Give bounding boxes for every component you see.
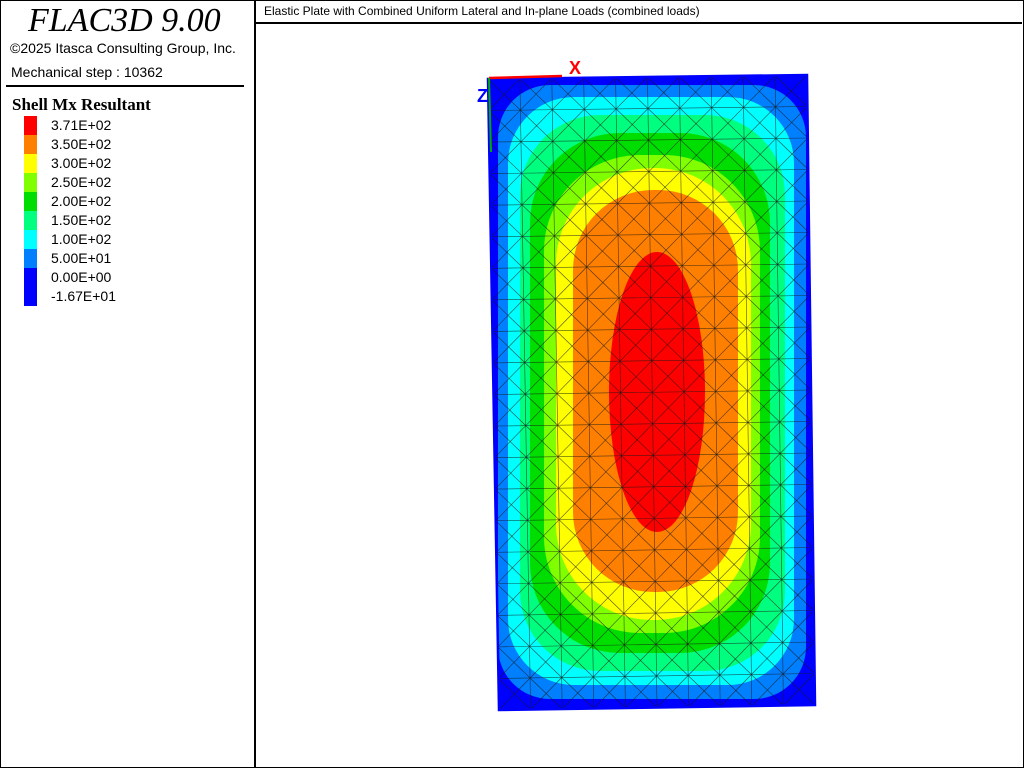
legend-swatch [24, 268, 37, 287]
contour-bands [488, 75, 815, 710]
copyright-text: ©2025 Itasca Consulting Group, Inc. [10, 40, 236, 56]
legend-swatch [24, 192, 37, 211]
legend-item: 5.00E+01 [24, 249, 224, 268]
legend-item: 0.00E+00 [24, 268, 224, 287]
mechanical-step-label: Mechanical step : 10362 [11, 64, 163, 80]
legend-swatch [24, 154, 37, 173]
legend-value: 5.00E+01 [51, 250, 112, 266]
z-axis-label: Z [477, 86, 488, 106]
legend-swatch [24, 135, 37, 154]
legend-value: 2.50E+02 [51, 174, 112, 190]
legend-item: 2.50E+02 [24, 173, 224, 192]
legend-item: 1.50E+02 [24, 211, 224, 230]
legend-item: 2.00E+02 [24, 192, 224, 211]
legend-swatch [24, 249, 37, 268]
legend-divider [6, 85, 244, 87]
legend-title: Shell Mx Resultant [12, 95, 151, 114]
plot-title-bar: Elastic Plate with Combined Uniform Late… [256, 0, 1022, 24]
legend-value: -1.67E+01 [51, 288, 116, 304]
x-axis-label: X [569, 58, 581, 78]
legend-value: 2.00E+02 [51, 193, 112, 209]
legend-value: 1.00E+02 [51, 231, 112, 247]
legend-panel: FLAC3D 9.00 ©2025 Itasca Consulting Grou… [0, 0, 256, 768]
legend-item: 3.50E+02 [24, 135, 224, 154]
legend-item: 1.00E+02 [24, 230, 224, 249]
plot-viewport[interactable]: X Z [258, 26, 1022, 766]
legend-swatch [24, 116, 37, 135]
legend-value: 3.00E+02 [51, 155, 112, 171]
legend-item: -1.67E+01 [24, 287, 224, 306]
legend-value: 0.00E+00 [51, 269, 112, 285]
legend-swatch [24, 230, 37, 249]
legend-value: 3.50E+02 [51, 136, 112, 152]
legend-swatch [24, 173, 37, 192]
app-title: FLAC3D 9.00 [28, 2, 221, 39]
plot-title: Elastic Plate with Combined Uniform Late… [264, 4, 700, 18]
legend-item: 3.71E+02 [24, 116, 224, 135]
legend-swatch [24, 211, 37, 230]
legend-value: 3.71E+02 [51, 117, 112, 133]
contour-plot[interactable]: X Z [258, 26, 1022, 766]
legend-item: 3.00E+02 [24, 154, 224, 173]
legend-value: 1.50E+02 [51, 212, 112, 228]
legend-swatch [24, 287, 37, 306]
